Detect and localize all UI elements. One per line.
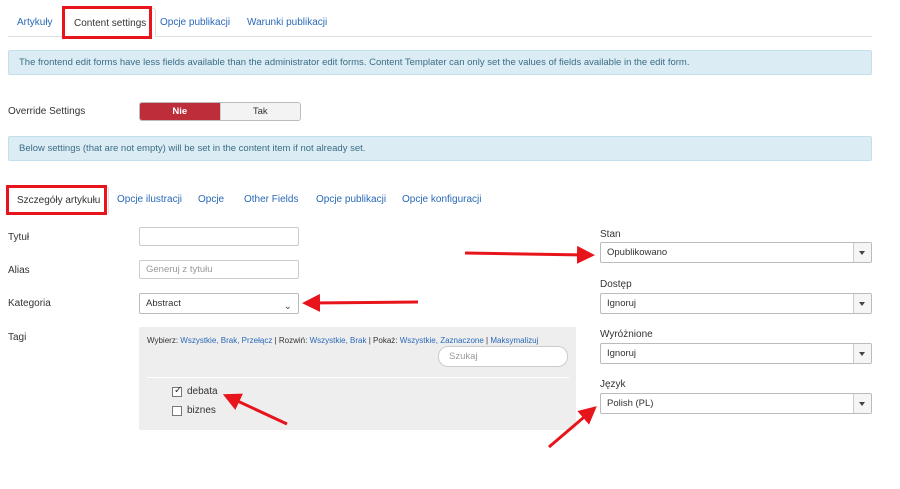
arrow-to-state	[464, 245, 595, 264]
arrow-to-language	[548, 406, 597, 449]
arrow-to-debata	[222, 393, 288, 426]
annotation-arrows	[222, 245, 597, 449]
arrow-to-category	[302, 293, 419, 312]
